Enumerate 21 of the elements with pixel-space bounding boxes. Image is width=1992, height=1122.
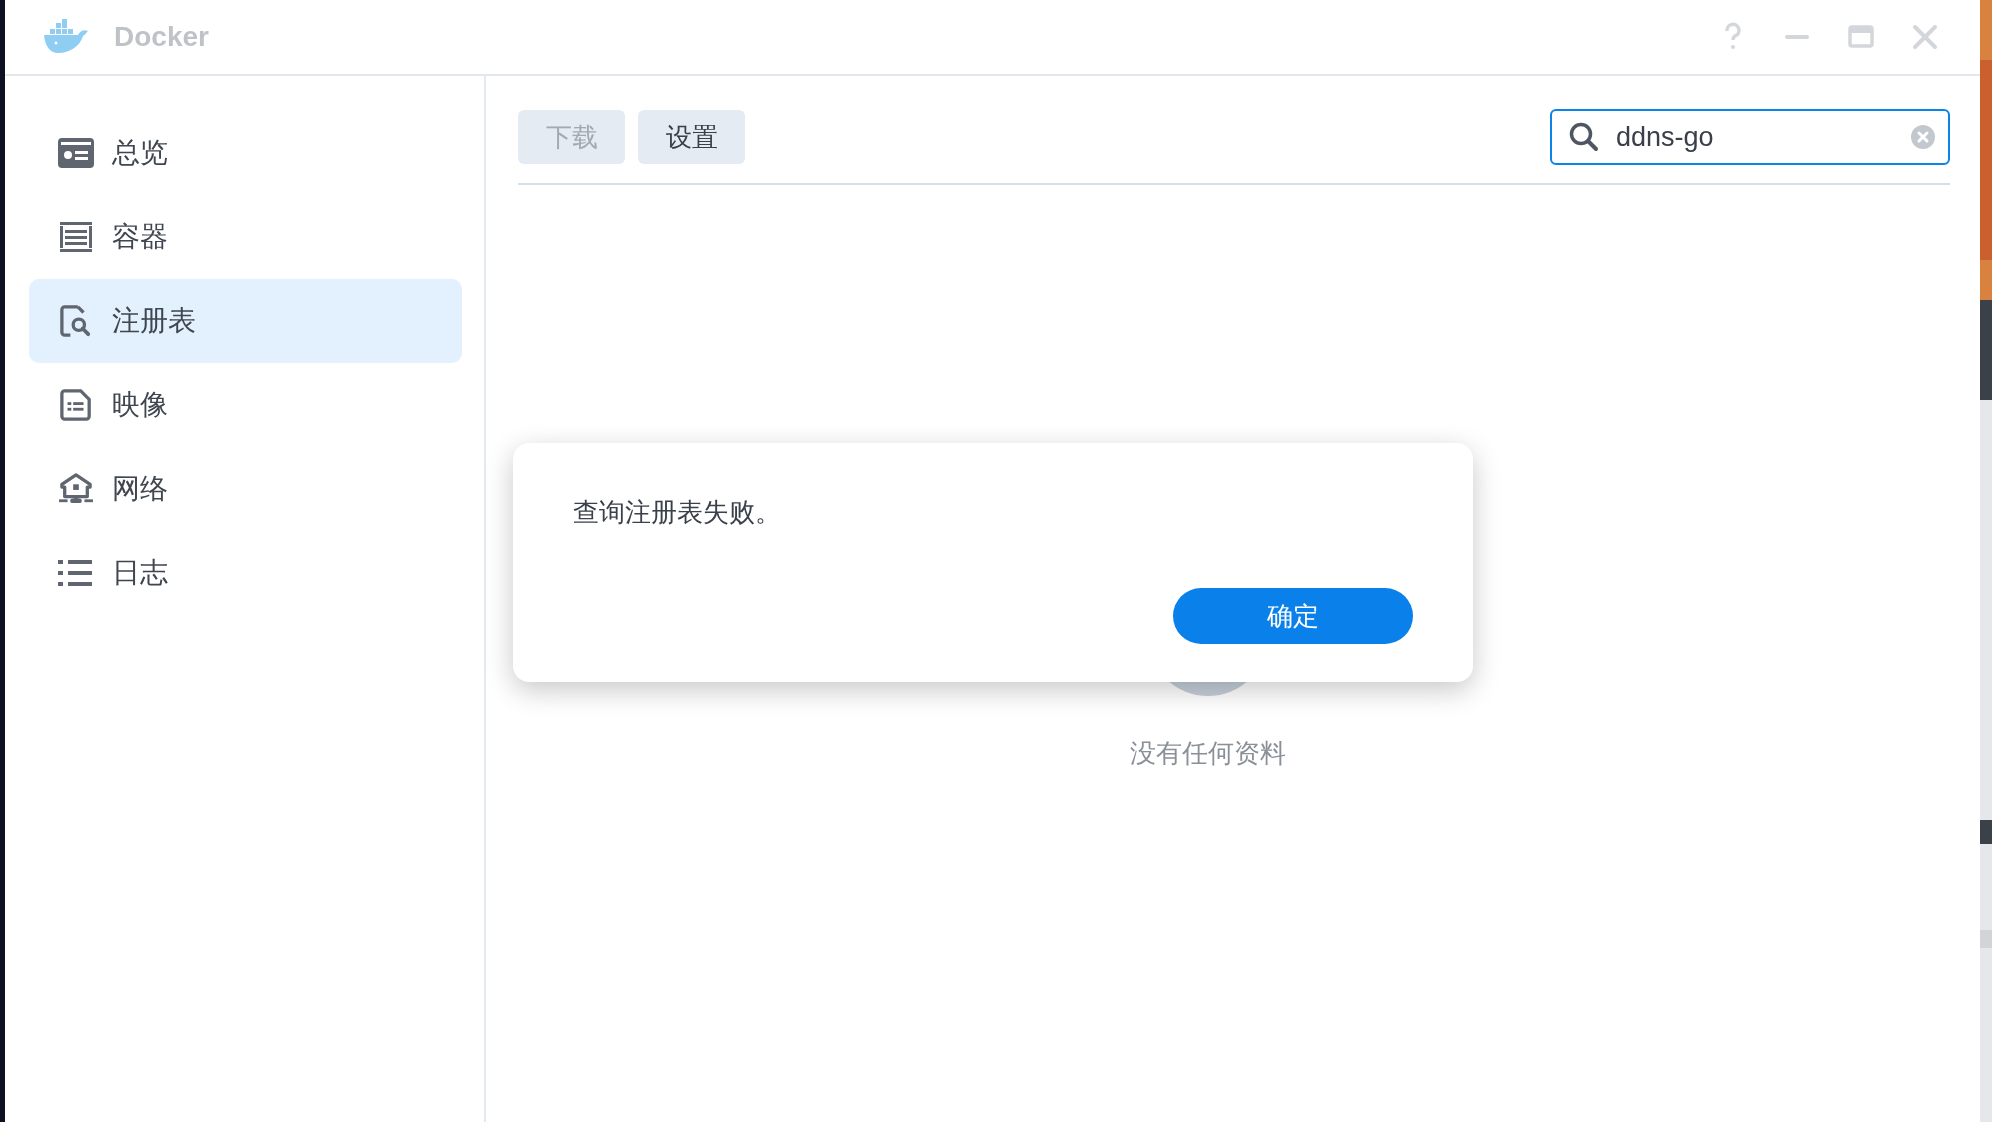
sidebar-item[interactable]: 映像 bbox=[29, 363, 462, 447]
sidebar-item[interactable]: 容器 bbox=[29, 195, 462, 279]
network-house-icon bbox=[58, 473, 94, 505]
document-list-icon bbox=[58, 389, 94, 421]
search-field[interactable]: ddns-go bbox=[1550, 109, 1950, 165]
toolbar-button[interactable]: 设置 bbox=[638, 110, 745, 164]
close-icon[interactable] bbox=[1910, 22, 1940, 52]
window-title: Docker bbox=[114, 21, 210, 53]
id-card-icon bbox=[58, 137, 94, 169]
confirm-button[interactable]: 确定 bbox=[1173, 588, 1413, 644]
search-icon bbox=[1568, 121, 1600, 153]
sidebar-item[interactable]: 日志 bbox=[29, 531, 462, 615]
list-icon bbox=[58, 221, 94, 253]
whale-logo-icon bbox=[42, 19, 90, 55]
bullet-list-icon bbox=[58, 557, 94, 589]
clear-icon[interactable] bbox=[1910, 124, 1936, 150]
sidebar-item[interactable]: 网络 bbox=[29, 447, 462, 531]
sidebar-item[interactable]: 总览 bbox=[29, 111, 462, 195]
empty-message: 没有任何资料 bbox=[1130, 737, 1286, 770]
sidebar-item[interactable]: 注册表 bbox=[29, 279, 462, 363]
dialog-message: 查询注册表失败。 bbox=[573, 496, 782, 529]
